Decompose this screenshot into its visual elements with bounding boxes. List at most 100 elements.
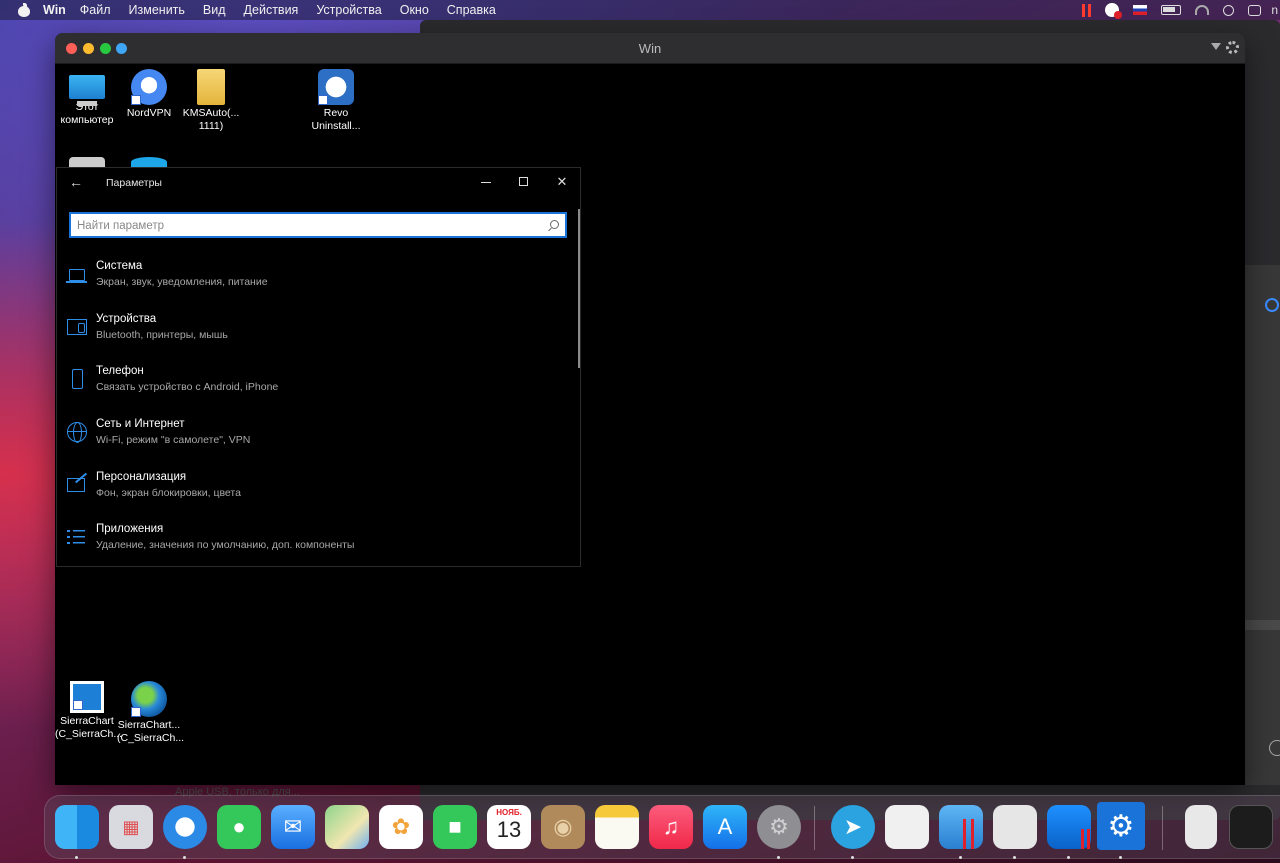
nordvpn-icon	[131, 69, 167, 105]
launchpad-icon[interactable]: ▦	[109, 805, 153, 849]
close-button[interactable]: ✕	[547, 172, 577, 192]
scrollbar[interactable]	[578, 209, 580, 368]
category-personalization[interactable]: Персонализация Фон, экран блокировки, цв…	[65, 467, 565, 513]
search-icon[interactable]	[1265, 298, 1279, 312]
running-indicator	[1013, 856, 1016, 859]
settings-app-icon[interactable]: ⚙	[1097, 802, 1145, 850]
menu-view[interactable]: Вид	[203, 3, 226, 17]
category-name: Система	[96, 260, 143, 272]
category-devices[interactable]: Устройства Bluetooth, принтеры, мышь	[65, 309, 565, 355]
notes-icon[interactable]	[595, 805, 639, 849]
flower-glyph: ✿	[391, 814, 411, 839]
back-arrow-icon[interactable]: ←	[69, 174, 83, 190]
menu-edit[interactable]: Изменить	[129, 3, 185, 17]
contacts-icon[interactable]: ◉	[541, 805, 585, 849]
laptop-icon	[66, 269, 87, 283]
shortcut-arrow-icon	[73, 700, 83, 710]
mail-icon[interactable]: ✉	[271, 805, 315, 849]
category-desc: Экран, звук, уведомления, питание	[96, 276, 268, 288]
gear-icon[interactable]	[1226, 41, 1239, 54]
menu-actions[interactable]: Действия	[244, 3, 299, 17]
photos-icon[interactable]: ✿	[379, 805, 423, 849]
menu-devices[interactable]: Устройства	[316, 3, 381, 17]
globe-icon	[67, 422, 87, 443]
desktop-icon-label: SierraChart (C_SierraCh...	[55, 715, 123, 740]
control-center-icon[interactable]	[1248, 4, 1262, 16]
shortcut-arrow-icon	[131, 707, 141, 717]
facetime-icon[interactable]: ■	[433, 805, 477, 849]
running-indicator	[851, 856, 854, 859]
category-system[interactable]: Система Экран, звук, уведомления, питани…	[65, 256, 565, 302]
category-phone[interactable]: Телефон Связать устройство с Android, iP…	[65, 361, 565, 407]
desktop-icon-sierrachart-1[interactable]: SierraChart (C_SierraCh...	[55, 681, 123, 741]
category-desc: Удаление, значения по умолчанию, доп. ко…	[96, 539, 355, 551]
menu-window[interactable]: Окно	[400, 3, 429, 17]
globe-icon	[131, 681, 167, 717]
shortcut-arrow-icon	[131, 95, 141, 105]
desktop-icon-this-pc[interactable]: Этот компьютер	[55, 69, 119, 127]
settings-window: ← Параметры ✕ Система Экран, звук, уведо…	[56, 167, 581, 567]
user-menu[interactable]: n	[1271, 3, 1278, 17]
safari-icon[interactable]	[163, 805, 207, 849]
chevron-down-icon[interactable]	[1211, 43, 1221, 50]
system-preferences-icon[interactable]: ⚙	[757, 805, 801, 849]
menu-app-name[interactable]: Win	[43, 3, 66, 17]
maps-icon[interactable]	[325, 805, 369, 849]
settings-titlebar[interactable]: ← Параметры ✕	[57, 168, 580, 196]
a-glyph: A	[717, 814, 733, 839]
windows-icon[interactable]	[1047, 805, 1091, 849]
finder-icon[interactable]	[55, 805, 99, 849]
running-indicator	[75, 856, 78, 859]
music-icon[interactable]: ♫	[649, 805, 693, 849]
minimize-icon	[481, 182, 491, 183]
category-desc: Wi-Fi, режим "в самолете", VPN	[96, 434, 251, 446]
category-desc: Связать устройство с Android, iPhone	[96, 381, 279, 393]
windows-vm-icon[interactable]	[939, 805, 983, 849]
pause-icon[interactable]	[1082, 3, 1092, 17]
input-language-flag-icon[interactable]	[1133, 5, 1148, 15]
messages-icon[interactable]: ●	[217, 805, 261, 849]
spotlight-search-icon[interactable]	[1223, 4, 1235, 16]
gear-glyph: ⚙	[1107, 809, 1135, 843]
dock-separator	[814, 806, 815, 850]
apple-logo-icon[interactable]	[17, 3, 31, 17]
desktop-icon-kmsauto[interactable]: KMSAuto(... 1111)	[179, 69, 243, 133]
desktop-icon-revo[interactable]: Revo Uninstall...	[304, 69, 368, 133]
settings-search-box[interactable]	[69, 212, 567, 238]
notification-badge-icon[interactable]	[1105, 3, 1123, 19]
desktop-icon-label: Revo Uninstall...	[311, 107, 361, 132]
telegram-icon[interactable]: ➤	[831, 805, 875, 849]
envelope-glyph: ✉	[283, 814, 303, 839]
grid-glyph: ▦	[122, 816, 140, 837]
dock-separator	[1162, 806, 1163, 850]
maximize-button[interactable]	[509, 172, 539, 192]
category-apps[interactable]: Приложения Удаление, значения по умолчан…	[65, 519, 565, 565]
desktop-icon-nordvpn[interactable]: NordVPN	[117, 69, 181, 120]
calendar-month: НОЯБ.	[496, 808, 522, 817]
parallels-bars	[1087, 829, 1090, 849]
menu-help[interactable]: Справка	[447, 3, 496, 17]
disk-utility-icon[interactable]	[993, 805, 1037, 849]
emoji-icon[interactable]	[1269, 740, 1280, 756]
category-network[interactable]: Сеть и Интернет Wi-Fi, режим "в самолете…	[65, 414, 565, 460]
minimize-button[interactable]	[471, 172, 501, 192]
apps-icon	[67, 529, 85, 547]
speech-bubble-glyph: ●	[232, 814, 246, 839]
paper-plane-glyph: ➤	[843, 814, 863, 839]
terminal-icon[interactable]	[1229, 805, 1273, 849]
app-store-icon[interactable]: A	[703, 805, 747, 849]
parallels-icon[interactable]	[885, 805, 929, 849]
documents-icon[interactable]	[1185, 805, 1217, 849]
search-icon[interactable]	[550, 220, 559, 229]
battery-icon[interactable]	[1161, 5, 1182, 15]
calendar-icon[interactable]: НОЯБ. 13	[487, 805, 531, 849]
settings-search-input[interactable]	[77, 218, 537, 234]
menu-file[interactable]: Файл	[80, 3, 111, 17]
desktop-icon-sierrachart-2[interactable]: SierraChart... (C_SierraCh...	[117, 681, 184, 745]
vm-window-title: Win	[638, 41, 662, 56]
maximize-icon	[519, 177, 528, 186]
wifi-icon[interactable]	[1195, 5, 1210, 15]
person-glyph: ◉	[553, 814, 573, 839]
vm-titlebar[interactable]: Win	[55, 33, 1245, 64]
running-indicator	[183, 856, 186, 859]
